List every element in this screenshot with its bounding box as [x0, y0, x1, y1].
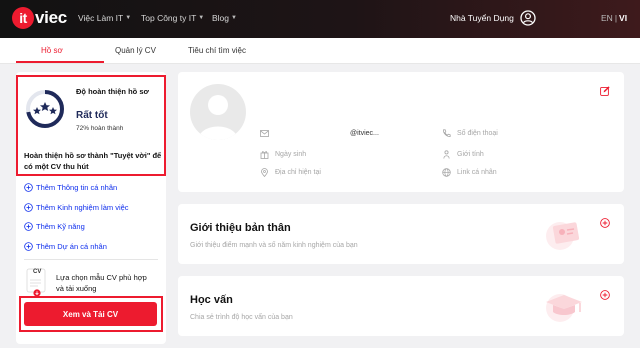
nav-blog-label: Blog: [212, 13, 230, 23]
link-info: Link cá nhân: [442, 168, 497, 177]
completion-title: Độ hoàn thiện hồ sơ: [76, 87, 149, 96]
completion-message: Hoàn thiện hồ sơ thành "Tuyệt vời" để có…: [24, 151, 162, 171]
cv-badge-label: CV: [33, 269, 42, 275]
nav-blog[interactable]: Blog ▼: [212, 13, 237, 23]
itviec-logo[interactable]: it viec: [12, 7, 67, 29]
profile-card: @itviec... Số điện thoại Ngày sinh Giới …: [178, 72, 624, 192]
add-skills-link[interactable]: Thêm Kỹ năng: [24, 217, 129, 237]
address-info: Địa chỉ hiện tại: [260, 168, 321, 177]
globe-icon: [442, 168, 451, 177]
education-title: Học vấn: [190, 294, 233, 306]
address-placeholder: Địa chỉ hiện tại: [275, 169, 321, 176]
add-personal-info-label: Thêm Thông tin cá nhân: [36, 183, 118, 193]
lang-separator: |: [614, 13, 618, 23]
logo-it: it: [12, 7, 34, 29]
add-work-experience-link[interactable]: Thêm Kinh nghiệm làm việc: [24, 198, 129, 218]
nav-it-jobs-label: Việc Làm IT: [78, 13, 124, 23]
add-projects-label: Thêm Dự án cá nhân: [36, 241, 107, 251]
education-description: Chia sẻ trình độ học vấn của bạn: [190, 314, 293, 321]
chevron-down-icon: ▼: [198, 15, 205, 21]
top-navbar: it viec Việc Làm IT ▼ Top Công ty IT ▼ B…: [0, 0, 640, 38]
chevron-down-icon: ▼: [125, 15, 132, 21]
plus-circle-icon: [24, 202, 33, 212]
nav-top-companies-label: Top Công ty IT: [141, 13, 197, 23]
link-placeholder: Link cá nhân: [457, 169, 497, 176]
edit-icon[interactable]: [600, 86, 610, 96]
phone-icon: [443, 129, 451, 137]
profile-tabs: Hồ sơ Quản lý CV Tiêu chí tìm việc: [0, 38, 640, 64]
gender-placeholder: Giới tính: [457, 151, 484, 158]
email-info: @itviec...: [260, 129, 379, 138]
about-me-card: Giới thiệu bản thân Giới thiệu điểm mạnh…: [178, 204, 624, 264]
avatar[interactable]: [190, 84, 246, 140]
view-download-cv-button[interactable]: Xem và Tải CV: [24, 302, 157, 326]
birthday-info: Ngày sinh: [260, 150, 306, 159]
plus-circle-icon: [24, 222, 33, 232]
plus-circle-icon: [24, 241, 33, 251]
gender-info: Giới tính: [442, 150, 484, 159]
add-personal-info-link[interactable]: Thêm Thông tin cá nhân: [24, 178, 129, 198]
lang-en[interactable]: EN: [601, 13, 613, 23]
phone-placeholder: Số điện thoại: [457, 130, 498, 137]
tab-manage-cv[interactable]: Quản lý CV: [115, 46, 156, 55]
user-account-icon[interactable]: [520, 10, 536, 26]
employer-link[interactable]: Nhà Tuyển Dụng: [450, 13, 514, 23]
language-switcher: EN | VI: [601, 13, 627, 23]
profile-card-illustration-icon: [546, 222, 580, 250]
star-icon: [33, 102, 57, 115]
about-me-description: Giới thiệu điểm mạnh và số năm kinh nghi…: [190, 242, 358, 249]
cv-template-prompt: Lựa chọn mẫu CV phù hợp và tải xuống: [56, 273, 147, 293]
add-projects-link[interactable]: Thêm Dự án cá nhân: [24, 237, 129, 257]
birthday-placeholder: Ngày sinh: [275, 151, 307, 158]
tab-job-criteria[interactable]: Tiêu chí tìm việc: [188, 46, 246, 55]
active-tab-indicator: [16, 61, 104, 63]
completion-percent: 72% hoàn thành: [76, 125, 124, 132]
completion-progress-ring: [26, 90, 64, 128]
add-work-experience-label: Thêm Kinh nghiệm làm việc: [36, 202, 129, 212]
location-pin-icon: [261, 168, 268, 177]
gift-icon: [260, 151, 269, 159]
sidebar-divider: [24, 259, 158, 260]
profile-sidebar: Độ hoàn thiện hồ sơ Rất tốt 72% hoàn thà…: [16, 72, 166, 344]
email-value: @itviec...: [350, 130, 379, 137]
chevron-down-icon: ▼: [231, 15, 237, 21]
mail-icon: [260, 130, 269, 137]
plus-circle-icon: [24, 183, 33, 193]
phone-info: Số điện thoại: [442, 129, 498, 138]
completion-level: Rất tốt: [76, 110, 108, 121]
add-about-me-icon[interactable]: [600, 218, 610, 228]
avatar-placeholder-icon: [198, 95, 238, 140]
lang-vi[interactable]: VI: [619, 13, 627, 23]
add-education-icon[interactable]: [600, 290, 610, 300]
education-card: Học vấn Chia sẻ trình độ học vấn của bạn: [178, 276, 624, 336]
logo-viec: viec: [35, 8, 67, 27]
person-icon: [443, 150, 450, 159]
nav-it-jobs[interactable]: Việc Làm IT ▼: [78, 13, 131, 23]
add-section-list: Thêm Thông tin cá nhân Thêm Kinh nghiệm …: [24, 178, 129, 256]
about-me-title: Giới thiệu bản thân: [190, 222, 291, 234]
add-skills-label: Thêm Kỹ năng: [36, 222, 85, 232]
graduation-cap-icon: [546, 294, 582, 322]
nav-top-companies[interactable]: Top Công ty IT ▼: [141, 13, 204, 23]
tab-profile[interactable]: Hồ sơ: [41, 46, 63, 55]
